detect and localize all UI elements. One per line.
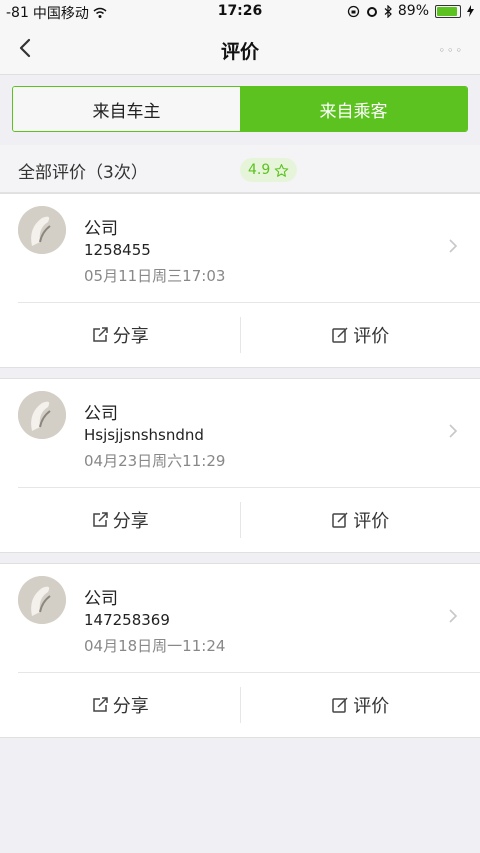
review-title: 公司 (84, 589, 118, 609)
review-content: 147258369 (84, 611, 170, 629)
share-icon (93, 697, 108, 712)
charging-icon (467, 5, 474, 17)
avatar (18, 206, 66, 254)
review-label: 评价 (353, 511, 390, 532)
edit-icon (332, 697, 348, 713)
tab-from-passenger[interactable]: 来自乘客 (240, 87, 467, 131)
review-time: 04月18日周一11:24 (84, 637, 226, 655)
share-label: 分享 (112, 696, 149, 717)
review-card-body[interactable]: 公司 147258369 04月18日周一11:24 (0, 564, 480, 672)
battery-icon (435, 4, 461, 18)
review-button[interactable]: 评价 (241, 673, 480, 737)
review-label: 评价 (353, 326, 390, 347)
bluetooth-icon (384, 4, 392, 18)
segment-area: 来自车主 来自乘客 (0, 75, 480, 143)
review-content: 1258455 (84, 241, 151, 259)
alarm-icon (366, 5, 378, 18)
review-actions: 分享 评价 (0, 303, 480, 367)
summary-label: 全部评价（3次） (18, 163, 148, 183)
rating-value: 4.9 (248, 162, 271, 178)
review-card: 公司 Hsjsjjsnshsndnd 04月23日周六11:29 分享 评价 (0, 378, 480, 553)
chevron-right-icon (449, 239, 458, 253)
share-button[interactable]: 分享 (0, 673, 240, 737)
edit-icon (332, 327, 348, 343)
review-actions: 分享 评价 (0, 488, 480, 552)
status-bar: -81 中国移动 17:26 89% (0, 0, 480, 24)
nav-bar: 评价 ◦◦◦ (0, 24, 480, 75)
review-card: 公司 147258369 04月18日周一11:24 分享 评价 (0, 563, 480, 738)
review-card-body[interactable]: 公司 1258455 05月11日周三17:03 (0, 194, 480, 302)
review-card: 公司 1258455 05月11日周三17:03 分享 评价 (0, 193, 480, 368)
review-title: 公司 (84, 404, 118, 424)
avatar (18, 576, 66, 624)
avatar (18, 391, 66, 439)
battery-percent: 89% (397, 3, 429, 19)
star-icon (274, 163, 289, 178)
more-button[interactable]: ◦◦◦ (439, 44, 464, 57)
page-title: 评价 (220, 41, 259, 63)
share-button[interactable]: 分享 (0, 488, 240, 552)
share-label: 分享 (112, 326, 149, 347)
lock-rotation-icon (347, 5, 360, 18)
chevron-right-icon (449, 424, 458, 438)
segment-control: 来自车主 来自乘客 (12, 86, 468, 132)
review-label: 评价 (353, 696, 390, 717)
review-title: 公司 (84, 219, 118, 239)
edit-icon (332, 512, 348, 528)
share-label: 分享 (112, 511, 149, 532)
share-icon (93, 327, 108, 342)
rating-badge: 4.9 (240, 158, 298, 182)
share-button[interactable]: 分享 (0, 303, 240, 367)
chevron-right-icon (449, 609, 458, 623)
review-card-body[interactable]: 公司 Hsjsjjsnshsndnd 04月23日周六11:29 (0, 379, 480, 487)
status-right: 89% (347, 3, 474, 19)
review-actions: 分享 评价 (0, 673, 480, 737)
review-content: Hsjsjjsnshsndnd (84, 426, 204, 444)
review-time: 04月23日周六11:29 (84, 452, 226, 470)
review-button[interactable]: 评价 (241, 303, 480, 367)
tab-from-driver[interactable]: 来自车主 (13, 87, 240, 131)
review-button[interactable]: 评价 (241, 488, 480, 552)
review-time: 05月11日周三17:03 (84, 267, 226, 285)
share-icon (93, 512, 108, 527)
